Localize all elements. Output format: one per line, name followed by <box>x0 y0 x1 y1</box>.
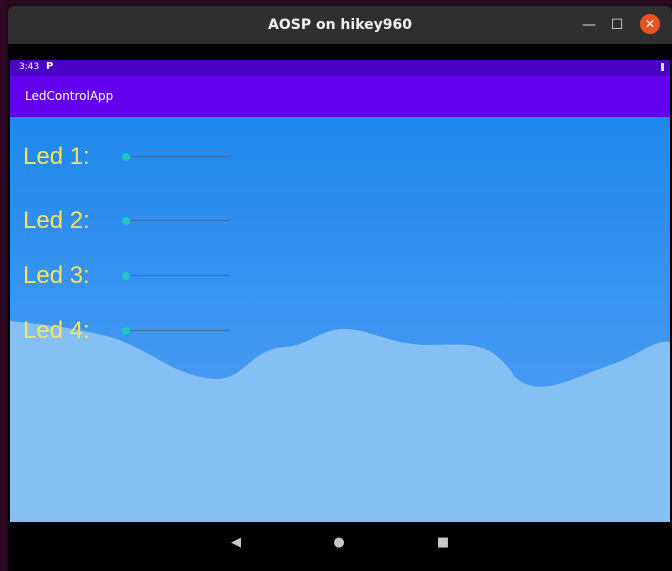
close-icon[interactable]: ✕ <box>640 14 660 34</box>
slider-thumb[interactable] <box>122 217 130 225</box>
minimize-icon[interactable]: — <box>578 14 600 36</box>
status-bar: 3:43 P <box>10 60 670 76</box>
slider-track <box>122 275 230 276</box>
slider-track <box>122 330 230 331</box>
navigation-bar: ◀ ● ■ <box>10 522 670 571</box>
led-3-label: Led 3: <box>23 262 90 289</box>
led-row-3: Led 3: <box>10 259 670 293</box>
android-screen: 3:43 P LedControlApp Led 1: Led 2: Led 3… <box>10 60 670 522</box>
led-4-slider[interactable] <box>122 327 232 335</box>
recent-apps-icon[interactable]: ■ <box>432 535 454 550</box>
window-title: AOSP on hikey960 <box>268 17 412 33</box>
parking-notification-icon: P <box>46 61 54 72</box>
maximize-icon[interactable]: ☐ <box>606 14 628 36</box>
back-icon[interactable]: ◀ <box>225 535 247 550</box>
slider-thumb[interactable] <box>122 153 130 161</box>
emulator-window: AOSP on hikey960 — ☐ ✕ 3:43 P LedControl… <box>8 6 672 571</box>
slider-thumb[interactable] <box>122 272 130 280</box>
led-row-4: Led 4: <box>10 314 670 348</box>
slider-thumb[interactable] <box>122 327 130 335</box>
slider-track <box>122 156 230 157</box>
led-content: Led 1: Led 2: Led 3: Led 4: <box>10 117 670 522</box>
led-row-2: Led 2: <box>10 204 670 238</box>
home-icon[interactable]: ● <box>328 535 350 550</box>
led-2-slider[interactable] <box>122 217 232 225</box>
led-3-slider[interactable] <box>122 272 232 280</box>
led-2-label: Led 2: <box>23 207 90 234</box>
app-bar: LedControlApp <box>10 76 670 117</box>
led-1-slider[interactable] <box>122 153 232 161</box>
app-title: LedControlApp <box>25 89 114 103</box>
window-titlebar[interactable]: AOSP on hikey960 — ☐ ✕ <box>8 6 672 44</box>
battery-icon <box>661 63 664 71</box>
led-1-label: Led 1: <box>23 143 90 170</box>
led-4-label: Led 4: <box>23 317 90 344</box>
status-time: 3:43 <box>19 62 40 72</box>
slider-track <box>122 220 230 221</box>
led-row-1: Led 1: <box>10 140 670 174</box>
